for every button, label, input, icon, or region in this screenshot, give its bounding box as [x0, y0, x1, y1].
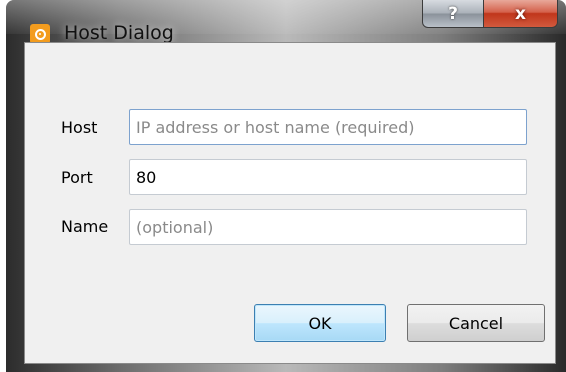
window-title: Host Dialog — [64, 22, 174, 44]
port-label: Port — [61, 168, 93, 187]
help-button[interactable]: ? — [422, 0, 484, 28]
host-label: Host — [61, 118, 98, 137]
port-input[interactable] — [129, 159, 527, 195]
app-icon — [30, 24, 50, 44]
window-frame: Host Dialog ? x Host Port Name OK Cancel — [6, 0, 566, 372]
ok-button[interactable]: OK — [254, 304, 386, 342]
host-input[interactable] — [129, 109, 527, 145]
name-label: Name — [61, 217, 109, 236]
dialog-body: Host Port Name OK Cancel — [24, 42, 556, 364]
name-input[interactable] — [129, 209, 527, 245]
close-button[interactable]: x — [484, 0, 558, 28]
cancel-button[interactable]: Cancel — [407, 304, 545, 342]
caption-buttons: ? x — [422, 0, 558, 30]
